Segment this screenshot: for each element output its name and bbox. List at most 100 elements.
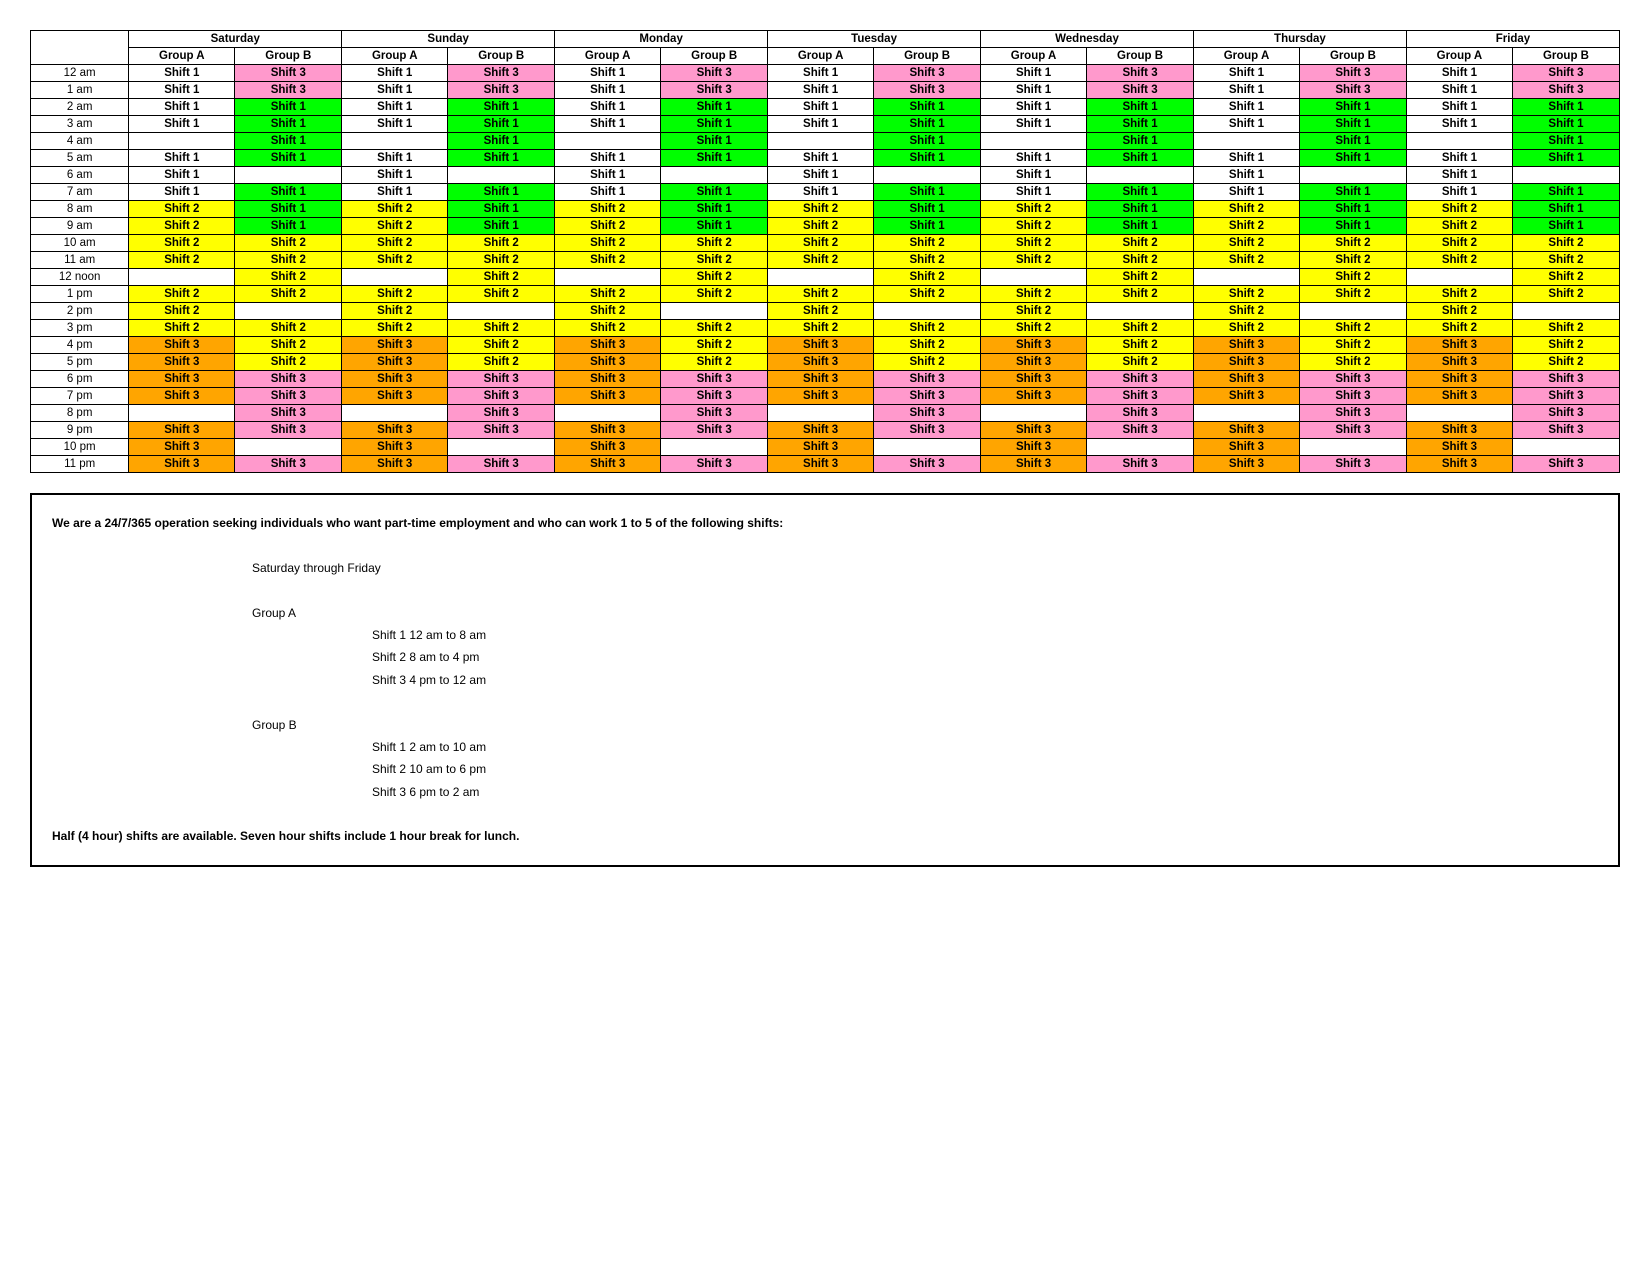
cell: Shift 1 [342, 99, 448, 116]
cell [1406, 269, 1512, 286]
cell: Shift 1 [555, 82, 661, 99]
cell: Shift 2 [235, 286, 342, 303]
cell: Shift 3 [1300, 371, 1407, 388]
cell: Shift 2 [874, 354, 981, 371]
cell [555, 405, 661, 422]
table-row: 6 am Shift 1 Shift 1 Shift 1 Shift 1 Shi… [31, 167, 1620, 184]
cell: Shift 3 [448, 388, 555, 405]
cell: Shift 3 [129, 439, 235, 456]
cell: Shift 3 [555, 456, 661, 473]
cell: Shift 3 [1193, 439, 1299, 456]
cell: Shift 3 [235, 82, 342, 99]
cell: Shift 3 [555, 422, 661, 439]
cell: Shift 2 [129, 218, 235, 235]
cell [1300, 439, 1407, 456]
cell [1193, 133, 1299, 150]
cell: Shift 1 [448, 116, 555, 133]
cell: Shift 1 [1193, 167, 1299, 184]
cell: Shift 2 [1193, 303, 1299, 320]
cell: Shift 2 [555, 320, 661, 337]
time-label: 6 am [31, 167, 129, 184]
cell: Shift 3 [1193, 456, 1299, 473]
time-label: 1 am [31, 82, 129, 99]
cell: Shift 1 [981, 65, 1087, 82]
cell: Shift 3 [235, 388, 342, 405]
cell: Shift 2 [448, 337, 555, 354]
cell: Shift 2 [981, 235, 1087, 252]
cell: Shift 2 [342, 286, 448, 303]
cell: Shift 3 [448, 456, 555, 473]
cell: Shift 1 [874, 150, 981, 167]
cell: Shift 1 [661, 184, 768, 201]
cell: Shift 1 [129, 116, 235, 133]
cell: Shift 2 [768, 235, 874, 252]
cell [1512, 303, 1619, 320]
cell: Shift 3 [874, 456, 981, 473]
cell: Shift 1 [768, 184, 874, 201]
cell: Shift 3 [874, 371, 981, 388]
cell: Shift 2 [1087, 286, 1194, 303]
info-group-b-header: Group B [252, 715, 1598, 735]
cell: Shift 3 [1406, 456, 1512, 473]
info-group-a-header: Group A [252, 603, 1598, 623]
cell: Shift 3 [1406, 354, 1512, 371]
cell: Shift 3 [874, 405, 981, 422]
time-label: 4 pm [31, 337, 129, 354]
cell: Shift 1 [1087, 150, 1194, 167]
cell: Shift 2 [1300, 354, 1407, 371]
cell: Shift 2 [129, 235, 235, 252]
cell: Shift 1 [1300, 133, 1407, 150]
time-label: 5 pm [31, 354, 129, 371]
cell: Shift 3 [1087, 82, 1194, 99]
cell: Shift 2 [235, 337, 342, 354]
cell: Shift 3 [1193, 422, 1299, 439]
cell [1087, 439, 1194, 456]
info-footer: Half (4 hour) shifts are available. Seve… [52, 826, 1598, 846]
cell: Shift 1 [342, 65, 448, 82]
time-label: 8 pm [31, 405, 129, 422]
cell: Shift 3 [342, 388, 448, 405]
cell [235, 303, 342, 320]
cell: Shift 3 [555, 439, 661, 456]
monday-header: Monday [555, 31, 768, 48]
cell: Shift 3 [874, 82, 981, 99]
cell: Shift 3 [342, 371, 448, 388]
cell: Shift 3 [661, 371, 768, 388]
sun-ga: Group A [342, 48, 448, 65]
cell: Shift 3 [342, 439, 448, 456]
time-label: 11 am [31, 252, 129, 269]
cell: Shift 1 [1300, 218, 1407, 235]
cell: Shift 2 [448, 354, 555, 371]
cell: Shift 2 [1193, 320, 1299, 337]
cell: Shift 1 [1512, 184, 1619, 201]
table-row: 11 am Shift 2 Shift 2 Shift 2 Shift 2 Sh… [31, 252, 1620, 269]
cell: Shift 3 [448, 371, 555, 388]
table-row: 5 pm Shift 3 Shift 2 Shift 3 Shift 2 Shi… [31, 354, 1620, 371]
sunday-header: Sunday [342, 31, 555, 48]
info-shift-b1: Shift 1 2 am to 10 am [372, 737, 1598, 757]
table-row: 1 pm Shift 2 Shift 2 Shift 2 Shift 2 Shi… [31, 286, 1620, 303]
cell: Shift 2 [555, 218, 661, 235]
cell: Shift 3 [342, 354, 448, 371]
cell: Shift 3 [1512, 82, 1619, 99]
cell: Shift 3 [129, 337, 235, 354]
cell: Shift 2 [874, 235, 981, 252]
time-label: 2 pm [31, 303, 129, 320]
cell: Shift 2 [235, 252, 342, 269]
cell [768, 269, 874, 286]
cell: Shift 2 [448, 252, 555, 269]
cell: Shift 2 [1193, 286, 1299, 303]
cell: Shift 3 [768, 388, 874, 405]
cell: Shift 2 [981, 201, 1087, 218]
cell: Shift 1 [1512, 201, 1619, 218]
cell: Shift 1 [555, 116, 661, 133]
cell: Shift 3 [981, 354, 1087, 371]
cell: Shift 3 [981, 456, 1087, 473]
thu-ga: Group A [1193, 48, 1299, 65]
cell: Shift 1 [661, 218, 768, 235]
cell: Shift 1 [1087, 99, 1194, 116]
cell: Shift 3 [661, 456, 768, 473]
time-label: 9 am [31, 218, 129, 235]
cell: Shift 2 [342, 252, 448, 269]
cell: Shift 1 [235, 133, 342, 150]
